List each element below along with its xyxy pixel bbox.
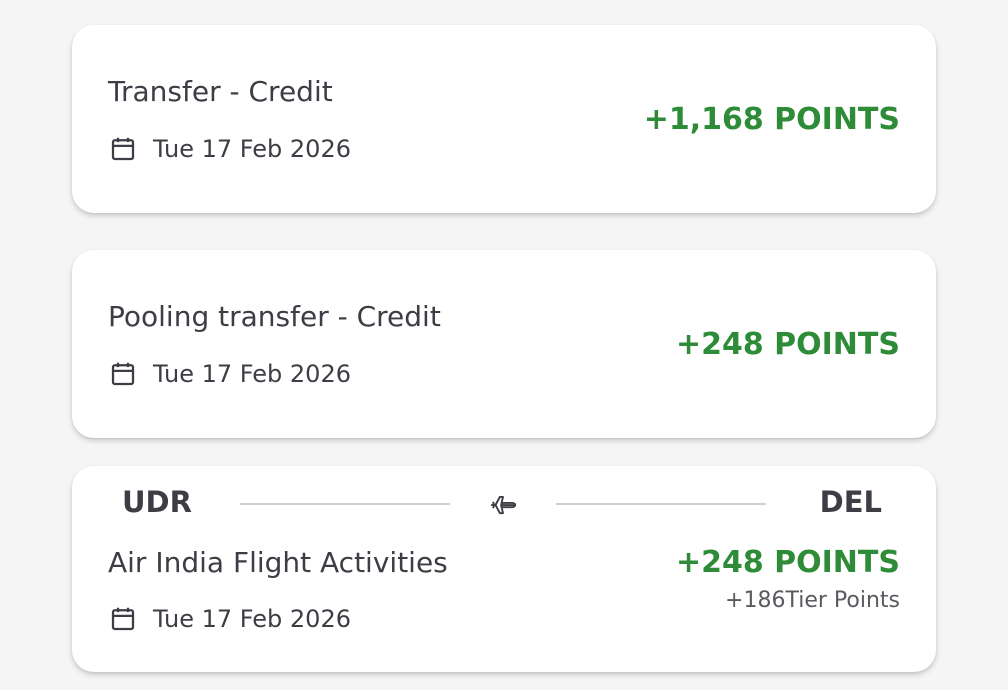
calendar-icon (111, 362, 135, 386)
route-line-left (240, 503, 450, 505)
transaction-card[interactable]: Transfer - Credit Tue 17 Feb 2026 +1,168… (72, 25, 936, 213)
route-line-right (556, 503, 766, 505)
transaction-date: Tue 17 Feb 2026 (153, 605, 351, 633)
points-amount: +1,168 POINTS (643, 102, 900, 137)
airplane-icon (491, 495, 517, 515)
tier-points: +186Tier Points (725, 588, 900, 613)
transaction-title: Pooling transfer - Credit (108, 300, 441, 333)
transaction-card[interactable]: Pooling transfer - Credit Tue 17 Feb 202… (72, 250, 936, 438)
calendar-icon (111, 607, 135, 631)
transaction-date: Tue 17 Feb 2026 (153, 360, 351, 388)
transaction-title: Transfer - Credit (108, 75, 333, 108)
destination-airport: DEL (819, 485, 882, 519)
transaction-date-row: Tue 17 Feb 2026 (108, 357, 351, 391)
transaction-title: Air India Flight Activities (108, 546, 448, 579)
calendar-icon (111, 137, 135, 161)
transaction-date-row: Tue 17 Feb 2026 (108, 602, 351, 636)
transaction-date: Tue 17 Feb 2026 (153, 135, 351, 163)
origin-airport: UDR (122, 485, 192, 519)
transaction-date-row: Tue 17 Feb 2026 (108, 132, 351, 166)
flight-transaction-card[interactable]: UDR DEL Air India Flight Activities Tue … (72, 466, 936, 672)
points-amount: +248 POINTS (675, 327, 900, 362)
points-amount: +248 POINTS (675, 545, 900, 580)
